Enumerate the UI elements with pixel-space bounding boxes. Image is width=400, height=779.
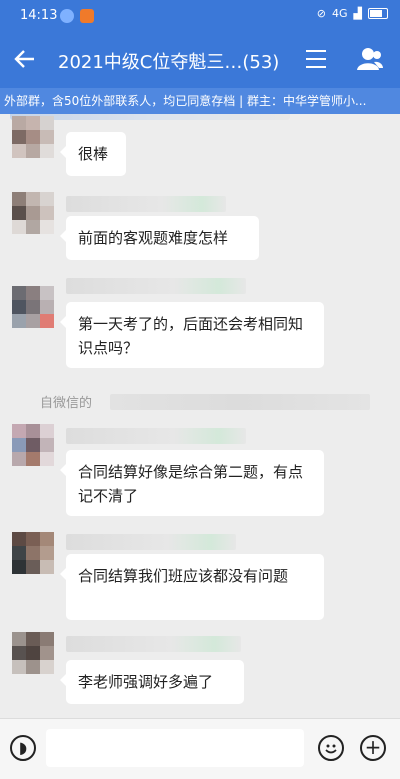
banner-text: 外部群，含50位外部联系人，均已同意存档 | 群主：中华学管师小... bbox=[4, 94, 367, 108]
arrow-left-icon bbox=[14, 50, 34, 68]
system-note: 自微信的 bbox=[40, 396, 93, 411]
title-bar: 2021中级C位夺魁三…(53) bbox=[0, 32, 400, 88]
user-icon[interactable] bbox=[356, 46, 384, 72]
plus-icon[interactable]: + bbox=[360, 735, 386, 761]
status-right: ⊘ 4G ▟ bbox=[317, 7, 388, 20]
redacted-nickname bbox=[66, 636, 241, 652]
chat-title: 2021中级C位夺魁三…(53) bbox=[58, 52, 280, 73]
avatar[interactable] bbox=[12, 192, 54, 234]
avatar[interactable] bbox=[12, 424, 54, 466]
navigation-app-icon bbox=[60, 9, 74, 23]
status-bar: 14:13 ⊘ 4G ▟ bbox=[0, 0, 400, 32]
avatar[interactable] bbox=[12, 532, 54, 574]
avatar[interactable] bbox=[12, 116, 54, 158]
signal-icon: ▟ bbox=[353, 7, 362, 20]
voice-icon[interactable]: ◗ bbox=[10, 735, 36, 761]
orange-app-icon bbox=[80, 9, 94, 23]
back-button[interactable] bbox=[10, 44, 40, 74]
message-bubble[interactable]: 合同结算好像是综合第二题，有点记不清了 bbox=[60, 450, 324, 516]
message-text: 李老师强调好多遍了 bbox=[78, 673, 214, 691]
message-input[interactable] bbox=[46, 729, 304, 767]
message-text: 前面的客观题难度怎样 bbox=[78, 229, 229, 247]
message-text: 第一天考了的，后面还会考相同知识点吗？ bbox=[78, 315, 304, 357]
redacted-nickname bbox=[66, 196, 226, 212]
message-text: 合同结算我们班应该都没有问题 bbox=[78, 567, 289, 585]
redacted-system-text bbox=[110, 394, 370, 410]
message-bubble[interactable]: 前面的客观题难度怎样 bbox=[60, 216, 259, 260]
signal-label: 4G bbox=[332, 7, 348, 20]
input-bar: ◗ + bbox=[0, 718, 400, 779]
emoji-icon[interactable] bbox=[318, 735, 344, 761]
redacted-nickname bbox=[66, 534, 236, 550]
message-text: 很棒 bbox=[78, 145, 109, 163]
message-bubble[interactable]: 李老师强调好多遍了 bbox=[60, 660, 244, 704]
hamburger-icon[interactable] bbox=[306, 50, 326, 68]
group-banner[interactable]: 外部群，含50位外部联系人，均已同意存档 | 群主：中华学管师小... bbox=[0, 88, 400, 114]
chat-area[interactable]: 很棒 前面的客观题难度怎样 第一天考了的，后面还会考相同知识点吗？ 自微信的 合… bbox=[0, 114, 400, 718]
avatar[interactable] bbox=[12, 632, 54, 674]
message-bubble[interactable]: 很棒 bbox=[60, 132, 126, 176]
redacted-nickname bbox=[66, 278, 246, 294]
message-bubble[interactable]: 第一天考了的，后面还会考相同知识点吗？ bbox=[60, 302, 324, 368]
battery-icon bbox=[368, 8, 388, 19]
hd-icon: ⊘ bbox=[316, 7, 326, 20]
status-time: 14:13 bbox=[20, 8, 58, 23]
message-bubble[interactable]: 合同结算我们班应该都没有问题 bbox=[60, 554, 324, 620]
message-text: 合同结算好像是综合第二题，有点记不清了 bbox=[78, 463, 304, 505]
redacted-nickname bbox=[66, 428, 246, 444]
avatar[interactable] bbox=[12, 286, 54, 328]
